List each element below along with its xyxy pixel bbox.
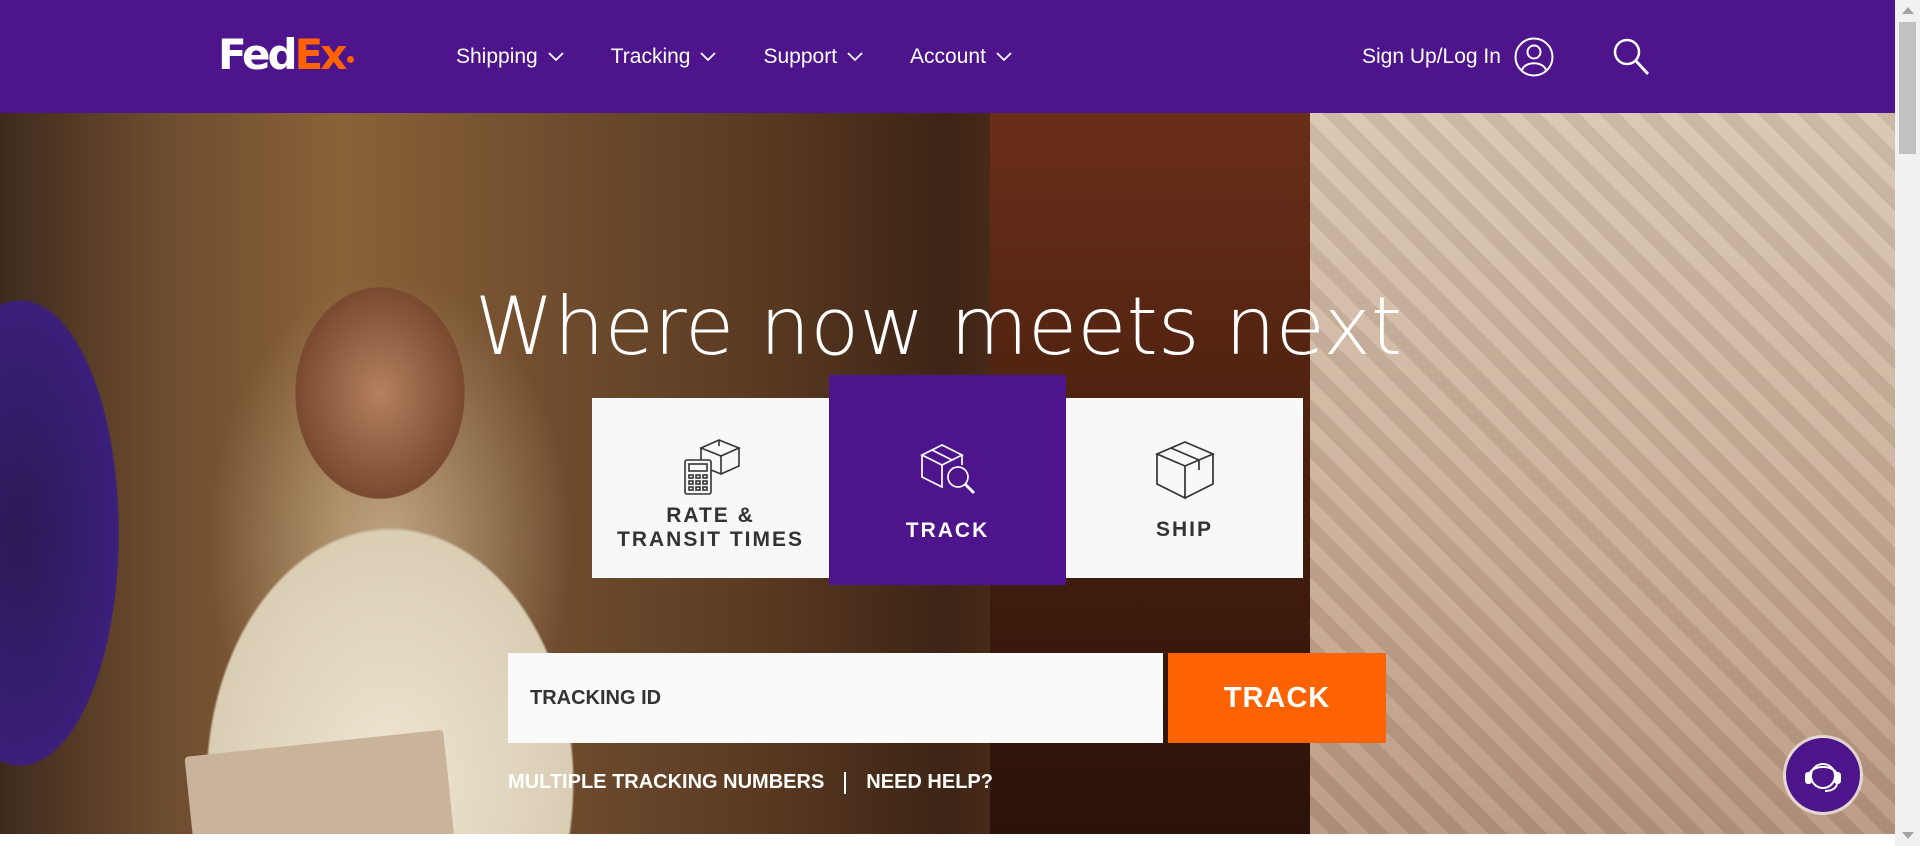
chat-agent-icon [1805, 763, 1841, 792]
page: FedEx Shipping Tracking Support Account … [0, 0, 1895, 834]
track-button[interactable]: TRACK [1168, 653, 1386, 743]
link-divider [844, 771, 847, 794]
tab-ship[interactable]: SHIP [1066, 398, 1303, 578]
nav-support[interactable]: Support [763, 42, 864, 72]
bottom-edge [0, 834, 1895, 846]
chat-button[interactable] [1786, 738, 1860, 812]
nav-label: Account [910, 45, 986, 68]
scrollbar-thumb[interactable] [1899, 22, 1916, 154]
tab-rate-transit[interactable]: RATE & TRANSIT TIMES [592, 398, 829, 578]
box-icon [1154, 441, 1215, 500]
main-nav: Shipping Tracking Support Account [456, 42, 1059, 72]
hero-carved-wall [1310, 113, 1895, 834]
tracking-links: MULTIPLE TRACKING NUMBERS NEED HELP? [508, 771, 993, 794]
logo-ex: Ex [294, 30, 348, 79]
need-help-link[interactable]: NEED HELP? [866, 771, 993, 794]
nav-label: Shipping [456, 45, 538, 68]
hero-headline: Where now meets next [474, 280, 1403, 373]
tab-rate-label: RATE & TRANSIT TIMES [617, 504, 804, 551]
tracking-id-input[interactable] [508, 653, 1163, 743]
box-magnifier-icon [919, 444, 975, 495]
nav-label: Tracking [610, 45, 691, 68]
registered-mark [347, 56, 355, 63]
site-header: FedEx Shipping Tracking Support Account … [0, 0, 1895, 113]
scroll-down-arrow-icon[interactable] [1902, 832, 1914, 839]
vertical-scrollbar[interactable] [1895, 0, 1920, 846]
scroll-up-arrow-icon[interactable] [1902, 7, 1914, 14]
user-icon [1514, 37, 1554, 77]
tab-track-label: TRACK [905, 519, 990, 542]
nav-tracking[interactable]: Tracking [611, 42, 718, 72]
search-icon[interactable] [1611, 36, 1651, 78]
nav-account[interactable]: Account [910, 42, 1013, 72]
fedex-logo[interactable]: FedEx [218, 30, 355, 80]
tab-track[interactable]: TRACK [829, 375, 1066, 585]
signin-label: Sign Up/Log In [1362, 45, 1501, 68]
multiple-tracking-link[interactable]: MULTIPLE TRACKING NUMBERS [508, 771, 824, 794]
chevron-down-icon [548, 52, 564, 62]
calculator-boxes-icon [683, 439, 741, 495]
chevron-down-icon [700, 52, 717, 62]
chevron-down-icon [847, 52, 863, 62]
tab-ship-label: SHIP [1155, 518, 1213, 541]
chevron-down-icon [996, 52, 1012, 62]
nav-shipping[interactable]: Shipping [456, 42, 565, 72]
nav-label: Support [763, 45, 838, 68]
signin-link[interactable]: Sign Up/Log In [1362, 37, 1554, 77]
logo-fed: Fed [218, 30, 298, 79]
